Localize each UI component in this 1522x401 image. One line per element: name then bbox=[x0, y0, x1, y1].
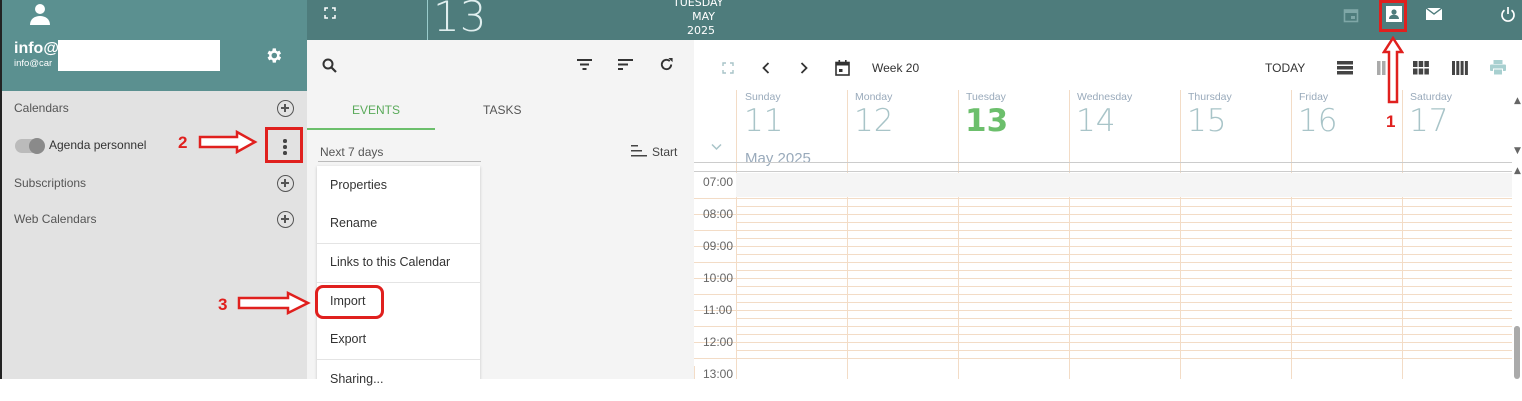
menu-properties[interactable]: Properties bbox=[330, 178, 387, 192]
day-name-thu: Thursday bbox=[1188, 91, 1232, 103]
user-name: info@ bbox=[14, 40, 59, 57]
annotation-arrow-right-icon bbox=[237, 290, 311, 316]
annotation-box-more bbox=[265, 127, 303, 163]
collapse-chevron-icon[interactable] bbox=[711, 143, 722, 151]
redaction-box bbox=[58, 40, 220, 71]
header-weekday: TUESDAY bbox=[673, 0, 724, 9]
day-num-wed[interactable]: 14 bbox=[1076, 103, 1115, 139]
search-icon[interactable] bbox=[322, 58, 337, 73]
date-picker-icon[interactable] bbox=[835, 60, 850, 76]
annotation-number-3: 3 bbox=[218, 295, 228, 314]
add-subscription-icon[interactable] bbox=[277, 175, 294, 192]
print-icon[interactable] bbox=[1490, 60, 1506, 75]
tab-tasks[interactable]: TASKS bbox=[483, 103, 521, 117]
annotation-box-import bbox=[315, 285, 384, 319]
day-num-mon[interactable]: 12 bbox=[854, 103, 893, 139]
hour-label-last: 13:00 bbox=[703, 367, 734, 381]
fullscreen-icon[interactable] bbox=[324, 7, 336, 19]
day-num-thu[interactable]: 15 bbox=[1187, 103, 1226, 139]
hour-label: 09:00 bbox=[703, 239, 734, 253]
refresh-icon[interactable] bbox=[659, 57, 674, 72]
hour-label: 07:00 bbox=[703, 175, 734, 189]
calendar-app-icon[interactable] bbox=[1343, 7, 1359, 23]
window-edge bbox=[0, 0, 2, 401]
grid-scroll-up-icon[interactable]: ▲ bbox=[1514, 166, 1521, 176]
hour-label: 10:00 bbox=[703, 271, 734, 285]
scroll-up-icon[interactable]: ▲ bbox=[1514, 96, 1521, 106]
header-month: MAY bbox=[692, 10, 715, 23]
add-web-calendar-icon[interactable] bbox=[277, 211, 294, 228]
next-week-icon[interactable] bbox=[799, 62, 809, 74]
day-name-sat: Saturday bbox=[1410, 91, 1453, 103]
hour-label: 11:00 bbox=[703, 303, 733, 317]
day-name-wed: Wednesday bbox=[1077, 91, 1133, 103]
day-num-fri[interactable]: 16 bbox=[1298, 103, 1337, 139]
annotation-box-contacts bbox=[1379, 0, 1407, 32]
expand-icon[interactable] bbox=[722, 62, 734, 74]
prev-week-icon[interactable] bbox=[761, 62, 771, 74]
filter-icon[interactable] bbox=[577, 59, 592, 70]
header-year: 2025 bbox=[687, 24, 715, 37]
day-view-icon[interactable] bbox=[1337, 61, 1353, 75]
sort-lines-icon[interactable] bbox=[631, 145, 647, 157]
month-year-label: May 2025 bbox=[745, 150, 811, 167]
calendar-item-label[interactable]: Agenda personnel bbox=[49, 138, 146, 152]
power-icon[interactable] bbox=[1500, 6, 1516, 22]
day-name-fri: Friday bbox=[1299, 91, 1329, 103]
tab-events[interactable]: EVENTS bbox=[352, 103, 400, 117]
sort-icon[interactable] bbox=[618, 59, 633, 70]
user-email: info@car bbox=[14, 58, 53, 69]
add-calendar-icon[interactable] bbox=[277, 100, 294, 117]
mail-icon[interactable] bbox=[1426, 8, 1442, 20]
annotation-arrow-up-icon bbox=[1382, 36, 1404, 104]
day-name-mon: Monday bbox=[855, 91, 893, 103]
user-panel: info@ info@car bbox=[0, 0, 307, 91]
calendars-heading: Calendars bbox=[14, 101, 69, 115]
menu-sharing-visible[interactable]: Sharing... bbox=[330, 372, 384, 386]
menu-rename[interactable]: Rename bbox=[330, 216, 377, 230]
annotation-number-1: 1 bbox=[1386, 112, 1396, 131]
today-button[interactable]: TODAY bbox=[1265, 61, 1305, 75]
calendar-sidebar: Calendars Agenda personnel Subscriptions… bbox=[0, 91, 307, 379]
hour-label: 08:00 bbox=[703, 207, 734, 221]
menu-export[interactable]: Export bbox=[330, 332, 366, 346]
hour-label: 12:00 bbox=[703, 335, 734, 349]
month-view-icon[interactable] bbox=[1413, 61, 1429, 75]
multicolumn-view-icon[interactable] bbox=[1452, 61, 1468, 75]
web-calendars-heading: Web Calendars bbox=[14, 212, 97, 226]
tab-indicator bbox=[307, 128, 435, 130]
sort-label[interactable]: Start bbox=[652, 145, 677, 159]
header-day: 13 bbox=[433, 0, 487, 41]
header-date-text: TUESDAY MAY 2025 bbox=[673, 0, 724, 38]
calendar-toggle[interactable] bbox=[15, 138, 45, 154]
day-num-sun[interactable]: 11 bbox=[744, 103, 783, 139]
day-num-tue[interactable]: 13 bbox=[965, 103, 1008, 139]
day-name-sun: Sunday bbox=[745, 91, 781, 103]
annotation-arrow-right-icon bbox=[198, 129, 258, 155]
gear-icon[interactable] bbox=[264, 46, 283, 65]
filter-select[interactable]: Next 7 days bbox=[320, 145, 383, 159]
annotation-number-2: 2 bbox=[178, 133, 188, 152]
day-name-tue: Tuesday bbox=[966, 91, 1006, 103]
week-label: Week 20 bbox=[872, 61, 920, 75]
user-icon[interactable] bbox=[28, 2, 52, 26]
subscriptions-heading: Subscriptions bbox=[14, 176, 87, 190]
scroll-down-icon[interactable]: ▼ bbox=[1514, 146, 1521, 156]
day-num-sat[interactable]: 17 bbox=[1409, 103, 1448, 139]
menu-links[interactable]: Links to this Calendar bbox=[330, 255, 450, 269]
top-bar: TUESDAY MAY 2025 13 bbox=[307, 0, 1522, 41]
